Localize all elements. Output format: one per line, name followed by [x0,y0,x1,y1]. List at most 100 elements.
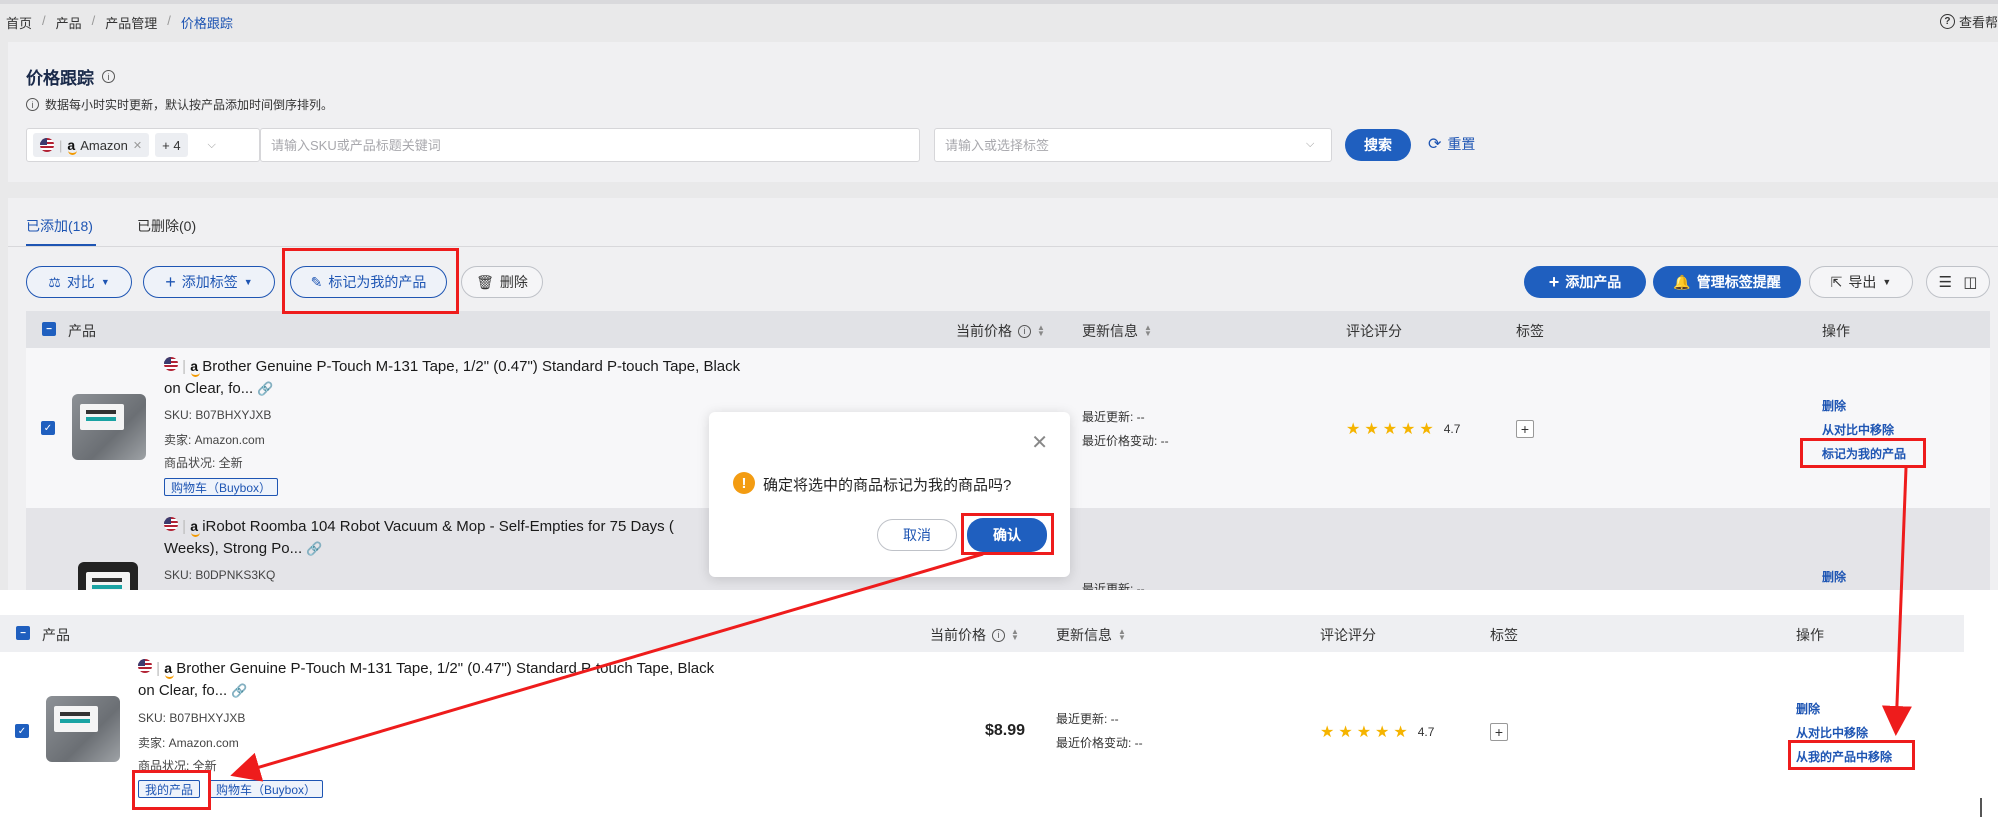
th-price-label: 当前价格 [956,323,1012,339]
add-tag-plus-icon[interactable]: + [1516,420,1534,438]
buybox-badge: 购物车（Buybox） [164,478,279,496]
export-button[interactable]: ⇱ 导出 ▼ [1809,266,1913,298]
product-image[interactable] [46,696,120,762]
sku-search-input[interactable] [260,128,920,162]
sort-icon: ▲ ▼ [1144,323,1152,338]
th-price[interactable]: 当前价格 i ▲ ▼ [956,321,1045,341]
page-title: 价格跟踪 i [26,64,115,89]
row-checkbox[interactable]: ✓ [15,724,29,738]
rating-score: 4.7 [1443,422,1461,436]
row-remove-compare-link[interactable]: 从对比中移除 [1822,421,1894,438]
export-label: 导出 [1848,274,1877,290]
row-checkbox[interactable]: ✓ [41,421,55,435]
condition-text: 商品状况: 全新 [138,759,217,773]
th-tags: 标签 [1516,323,1544,339]
view-toggle: ☰ ◫ [1926,266,1990,298]
sku-text: SKU: B07BHXYJXB [164,408,272,422]
breadcrumb-current: 价格跟踪 [180,16,233,31]
th-ops: 操作 [1822,323,1850,339]
confirm-button[interactable]: 确认 [967,518,1047,552]
list-view-icon[interactable]: ☰ [1939,273,1952,291]
mark-my-product-button[interactable]: ✎ 标记为我的产品 [290,266,447,298]
help-link[interactable]: ? 查看帮 [1939,12,1998,31]
star-icon: ★ [1393,724,1408,741]
th-update-label: 更新信息 [1056,627,1112,643]
star-icon: ★ [1364,421,1379,438]
us-flag-icon [164,517,178,531]
close-icon[interactable]: ✕ [1031,430,1048,455]
dialog-message: 确定将选中的商品标记为我的商品吗? [763,477,1012,494]
marketplace-select[interactable]: | a Amazon ✕ + 4 ⌵ [26,128,260,162]
row-remove-compare-link[interactable]: 从对比中移除 [1796,724,1868,741]
tag-close-icon[interactable]: ✕ [133,139,142,152]
link-icon[interactable]: 🔗 [257,381,273,396]
caret-down-icon: ▼ [243,277,253,287]
caret-down-icon: ▼ [100,277,110,287]
product-title[interactable]: | a Brother Genuine P-Touch M-131 Tape, … [164,356,740,400]
row-delete-link[interactable]: 删除 [1822,568,1846,585]
star-icon: ★ [1320,724,1335,741]
reset-button[interactable]: ⟳ 重置 [1428,134,1475,154]
select-all-checkbox[interactable]: − [16,626,30,640]
row-remove-mine-link[interactable]: 从我的产品中移除 [1796,748,1892,765]
rating-score: 4.7 [1417,725,1435,739]
bell-icon: 🔔 [1673,273,1691,290]
add-product-label: 添加产品 [1565,274,1622,290]
th-update[interactable]: 更新信息 ▲ ▼ [1056,625,1126,645]
th-price-label: 当前价格 [930,627,986,643]
product-image[interactable] [78,562,138,590]
page-title-text: 价格跟踪 [26,69,94,88]
current-price: $8.99 [985,722,1026,739]
row-mark-mine-link[interactable]: 标记为我的产品 [1822,445,1906,462]
row-delete-link[interactable]: 删除 [1796,700,1820,717]
compare-button[interactable]: ⚖ 对比 ▼ [26,266,132,298]
row-delete-link[interactable]: 删除 [1822,397,1846,414]
star-icon: ★ [1419,421,1434,438]
info-icon[interactable]: i [102,70,115,83]
card-view-icon[interactable]: ◫ [1963,273,1977,291]
info-icon: i [1018,324,1031,338]
th-rating: 评论评分 [1346,323,1402,339]
th-update[interactable]: 更新信息 ▲ ▼ [1082,321,1152,341]
breadcrumb-home[interactable]: 首页 [6,13,32,32]
th-price[interactable]: 当前价格 i ▲ ▼ [930,625,1019,645]
trash-icon: 🗑 [476,273,494,290]
tag-select-input[interactable] [934,128,1332,162]
marketplace-label: Amazon [80,137,128,153]
breadcrumb-manage[interactable]: 产品管理 [105,13,157,32]
th-tags: 标签 [1490,627,1518,643]
manage-tag-alerts-button[interactable]: 🔔 管理标签提醒 [1653,266,1801,298]
star-icon: ★ [1346,421,1361,438]
delete-button[interactable]: 🗑 删除 [461,266,543,298]
search-button[interactable]: 搜索 [1345,129,1411,161]
product-title[interactable]: | a Brother Genuine P-Touch M-131 Tape, … [138,658,714,702]
star-icon: ★ [1375,724,1390,741]
export-icon: ⇱ [1830,273,1843,290]
plus-icon: + [1548,271,1560,292]
sku-text: SKU: B07BHXYJXB [138,711,246,725]
breadcrumb: 首页 / 产品 / 产品管理 / 价格跟踪 [6,13,233,32]
pin-icon: ✎ [310,273,323,290]
star-icon: ★ [1338,724,1353,741]
link-icon[interactable]: 🔗 [306,541,322,556]
select-all-checkbox[interactable]: − [42,322,56,336]
link-icon[interactable]: 🔗 [231,683,247,698]
sku-text: SKU: B0DPNKS3KQ [164,568,276,582]
sort-icon: ▲ ▼ [1037,323,1045,338]
breadcrumb-products[interactable]: 产品 [56,13,82,32]
table-header: − 产品 当前价格 i ▲ ▼ 更新信息 ▲ ▼ 评论评分 标签 操作 [0,615,1964,652]
product-image[interactable] [72,394,146,460]
price-change-text: 最近价格变动: -- [1056,736,1143,750]
add-product-button[interactable]: + 添加产品 [1524,266,1646,298]
add-tag-plus-icon[interactable]: + [1490,723,1508,741]
star-icon: ★ [1356,724,1372,741]
add-tag-label: 添加标签 [181,274,238,290]
sort-icon: ▲ ▼ [1118,627,1126,642]
tab-deleted[interactable]: 已删除(0) [137,216,196,236]
add-tag-button[interactable]: + 添加标签 ▼ [143,266,275,298]
product-title[interactable]: | a iRobot Roomba 104 Robot Vacuum & Mop… [164,516,674,560]
cancel-button[interactable]: 取消 [877,519,957,551]
delete-label: 删除 [499,274,528,290]
tab-added[interactable]: 已添加(18) [26,216,93,236]
more-count-tag: + 4 [155,133,188,157]
